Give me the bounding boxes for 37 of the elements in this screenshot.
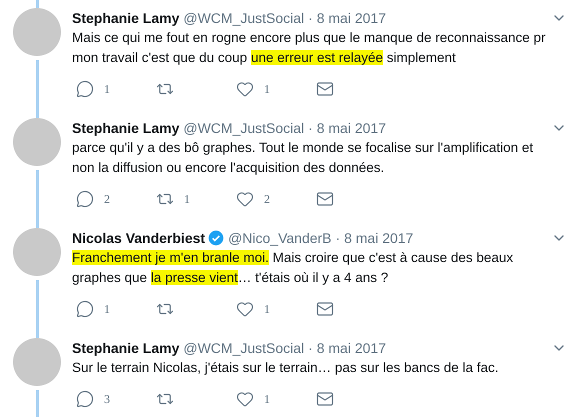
mail-icon[interactable]: [316, 390, 334, 408]
reply-count: 1: [104, 301, 110, 318]
author-name[interactable]: Stephanie Lamy: [72, 338, 180, 358]
tweet-text: Franchement je m'en branle moi. Mais croire que c'est à cause des beaux graphes que la presse vient… t'étais où il y a 4 ans ?: [72, 249, 514, 287]
tweet-text: parce qu'il y a des bô graphes. Tout le monde se focalise sur l'amplification et non la diffusion ou encore l'acquisition des données.: [72, 139, 534, 177]
tweet-text: Sur le terrain Nicolas, j'étais sur le terrain… pas sur les bancs de la fac.: [72, 359, 500, 377]
tweet-date[interactable]: · 8 mai 2017: [336, 228, 414, 248]
author-name[interactable]: Stephanie Lamy: [72, 8, 180, 28]
author-handle[interactable]: @WCM_JustSocial: [183, 118, 304, 138]
author-handle[interactable]: @WCM_JustSocial: [183, 8, 304, 28]
author-name[interactable]: Nicolas Vanderbiest: [72, 228, 206, 248]
mail-icon[interactable]: [316, 80, 334, 98]
like-count: 2: [264, 191, 270, 208]
author-name[interactable]: Stephanie Lamy: [72, 118, 180, 138]
reply-count: 3: [104, 391, 110, 408]
retweet-count: 1: [184, 191, 190, 208]
like-icon[interactable]: [236, 390, 254, 408]
like-icon[interactable]: [236, 80, 254, 98]
reply-icon[interactable]: [76, 80, 94, 98]
tweet-text: Mais ce qui me fout en rogne encore plus que le manque de reconnaissance pr mon travail c'est que du coup une erreur est relayée simplement: [72, 29, 547, 67]
like-icon[interactable]: [236, 300, 254, 318]
like-count: 1: [264, 301, 270, 318]
reply-icon[interactable]: [76, 300, 94, 318]
reply-icon[interactable]: [76, 390, 94, 408]
like-count: 1: [264, 81, 270, 98]
reply-icon[interactable]: [76, 190, 94, 208]
tweet-date[interactable]: · 8 mai 2017: [308, 338, 386, 358]
tweet-date[interactable]: · 8 mai 2017: [308, 118, 386, 138]
mail-icon[interactable]: [316, 300, 334, 318]
reply-count: 2: [104, 191, 110, 208]
author-handle[interactable]: @WCM_JustSocial: [183, 338, 304, 358]
tweet-date[interactable]: · 8 mai 2017: [308, 8, 386, 28]
reply-count: 1: [104, 81, 110, 98]
like-icon[interactable]: [236, 190, 254, 208]
like-count: 1: [264, 391, 270, 408]
mail-icon[interactable]: [316, 190, 334, 208]
author-handle[interactable]: @Nico_VanderB: [228, 228, 332, 248]
